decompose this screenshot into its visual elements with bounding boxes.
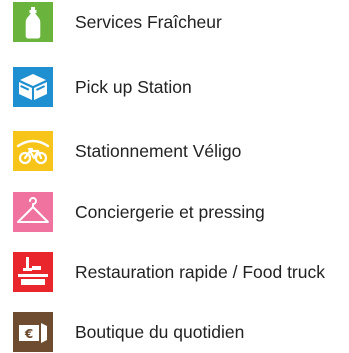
food-tray-icon	[13, 252, 53, 292]
legend-item-label: Services Fraîcheur	[75, 11, 222, 32]
legend-item-label: Restauration rapide / Food truck	[75, 261, 325, 282]
legend-item-label: Boutique du quotidien	[75, 321, 245, 342]
legend-item-label: Conciergerie et pressing	[75, 201, 265, 222]
svg-text:€: €	[24, 327, 33, 341]
hanger-icon	[13, 192, 53, 232]
legend-item-restauration-rapide: Restauration rapide / Food truck	[13, 252, 325, 292]
legend-item-conciergerie-pressing: Conciergerie et pressing	[13, 192, 265, 232]
bicycle-shelter-icon	[13, 131, 53, 171]
legend-item-boutique-quotidien: € Boutique du quotidien	[13, 312, 244, 352]
legend-item-pick-up-station: Pick up Station	[13, 67, 192, 107]
legend-item-services-fraicheur: Services Fraîcheur	[13, 2, 222, 42]
euro-shop-bag-icon: €	[13, 312, 53, 352]
legend-item-stationnement-veligo: Stationnement Véligo	[13, 131, 241, 171]
bottle-icon	[13, 2, 53, 42]
legend-item-label: Stationnement Véligo	[75, 140, 242, 161]
package-box-icon	[13, 67, 53, 107]
services-legend-list: Services Fraîcheur Pick up Station Stati…	[0, 0, 349, 353]
legend-item-label: Pick up Station	[75, 76, 192, 97]
